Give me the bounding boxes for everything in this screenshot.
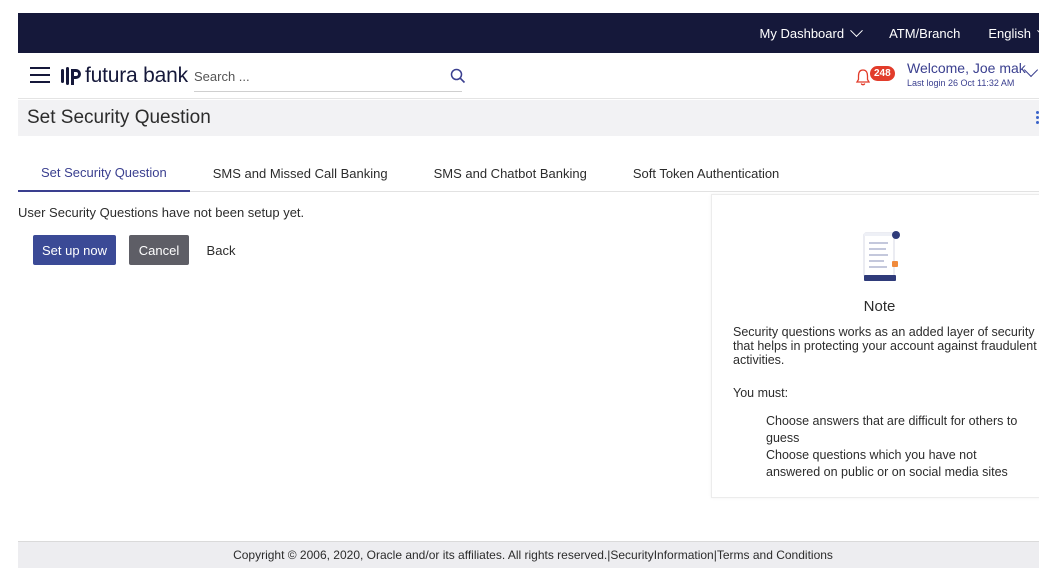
status-message: User Security Questions have not been se… [18, 205, 305, 220]
page-title: Set Security Question [27, 107, 211, 128]
tab-sms-chatbot-banking[interactable]: SMS and Chatbot Banking [411, 155, 610, 192]
user-menu[interactable]: Welcome, Joe mak Last login 26 Oct 11:32… [907, 60, 1026, 88]
language-label: English [988, 25, 1031, 41]
tab-bar: Set Security Question SMS and Missed Cal… [18, 155, 1039, 192]
set-up-now-button[interactable]: Set up now [33, 235, 116, 265]
footer: Copyright © 2006, 2020, Oracle and/or it… [18, 541, 1039, 568]
tab-set-security-question[interactable]: Set Security Question [18, 155, 190, 192]
brand-logo[interactable]: futura bank [60, 64, 188, 88]
document-illustration-icon [863, 231, 900, 281]
note-title: Note [863, 298, 896, 315]
futura-logo-icon [61, 67, 81, 85]
brand-name: futura bank [85, 64, 188, 87]
language-menu[interactable]: English [974, 13, 1039, 53]
atm-branch-label: ATM/Branch [889, 25, 961, 41]
note-must-label: You must: [733, 386, 789, 400]
note-list: Choose answers that are difficult for ot… [766, 413, 1026, 481]
security-information-link[interactable]: SecurityInformation [610, 548, 713, 562]
page-title-bar: Set Security Question [18, 100, 1039, 136]
note-description: Security questions works as an added lay… [733, 325, 1037, 367]
atm-branch-link[interactable]: ATM/Branch [875, 13, 974, 53]
note-panel: Note Security questions works as an adde… [711, 194, 1039, 498]
last-login-text: Last login 26 Oct 11:32 AM [907, 78, 1015, 88]
tab-soft-token-authentication[interactable]: Soft Token Authentication [610, 155, 802, 192]
chevron-down-icon[interactable] [1023, 62, 1039, 78]
terms-and-conditions-link[interactable]: Terms and Conditions [717, 548, 833, 562]
back-button[interactable]: Back [199, 235, 243, 265]
menu-icon[interactable] [30, 67, 50, 83]
chevron-down-icon [850, 23, 863, 37]
copyright-text: Copyright © 2006, 2020, Oracle and/or it… [233, 548, 608, 562]
welcome-text: Welcome, Joe mak [907, 60, 1026, 76]
search-icon[interactable] [450, 68, 466, 84]
search-box [194, 62, 466, 92]
notification-bell-icon[interactable] [855, 68, 871, 86]
header: futura bank 248 Welcome, Joe mak Last lo… [18, 53, 1039, 99]
notification-count-badge: 248 [870, 66, 895, 81]
my-dashboard-label: My Dashboard [759, 25, 845, 41]
tab-sms-missed-call-banking[interactable]: SMS and Missed Call Banking [190, 155, 411, 192]
top-bar: My Dashboard ATM/Branch English [18, 13, 1039, 53]
search-input[interactable] [194, 69, 434, 84]
list-item: Choose questions which you have not answ… [766, 448, 1008, 479]
my-dashboard-menu[interactable]: My Dashboard [746, 13, 876, 53]
list-item: Choose answers that are difficult for ot… [766, 414, 1018, 445]
app-frame: My Dashboard ATM/Branch English futura b… [0, 0, 1039, 568]
cancel-button[interactable]: Cancel [129, 235, 189, 265]
